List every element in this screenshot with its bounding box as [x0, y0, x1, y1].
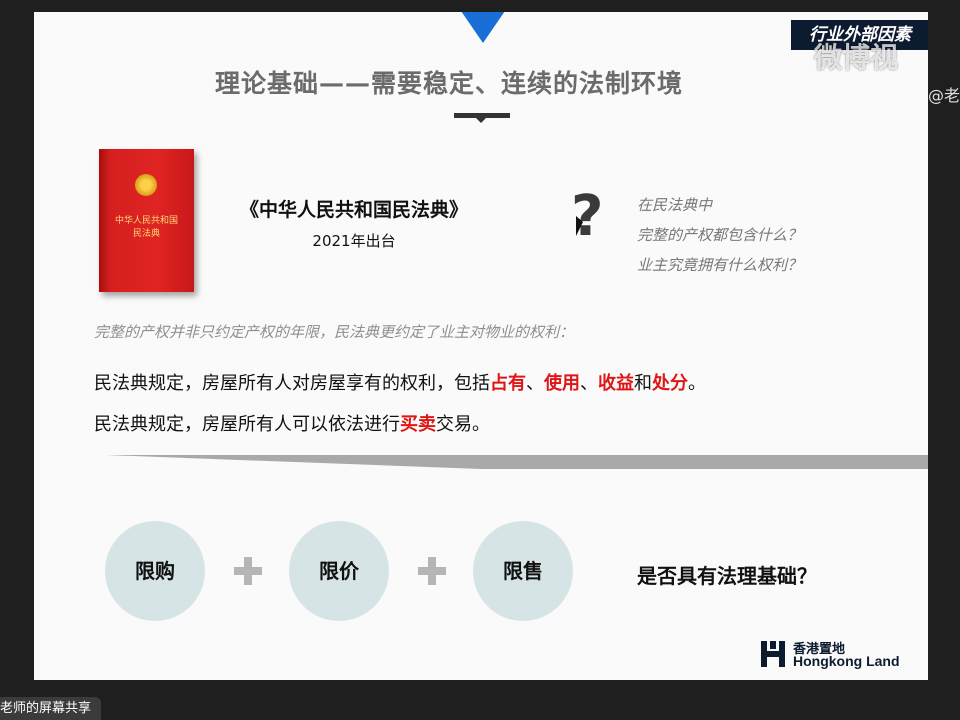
right-disposal: 处分	[652, 373, 688, 394]
separator: 、	[526, 373, 544, 394]
top-pointer-triangle	[461, 12, 505, 43]
trading-statement-prefix: 民法典规定，房屋所有人可以依法进行	[94, 414, 400, 435]
circle-sale-limit: 限售	[473, 521, 573, 621]
trading-statement: 民法典规定，房屋所有人可以依法进行买卖交易。	[94, 410, 490, 436]
screen-share-badge[interactable]: 老师的屏幕共享	[0, 697, 102, 720]
plus-icon	[418, 557, 446, 585]
funnel-divider	[106, 455, 928, 469]
hongkong-land-logo: 香港置地 Hongkong Land	[761, 638, 911, 670]
weibo-watermark: 微博视	[814, 41, 899, 74]
question-item: 业主究竟拥有什么权利？	[637, 256, 803, 274]
trading-statement-suffix: 交易。	[436, 414, 490, 435]
watermark-handle: @老	[928, 86, 960, 105]
rights-statement: 民法典规定，房屋所有人对房屋享有的权利，包括占有、使用、收益和处分。	[94, 369, 706, 395]
slide-title: 理论基础——需要稳定、连续的法制环境	[214, 69, 683, 98]
question-list: 在民法典中 完整的产权都包含什么？ 业主究竟拥有什么权利？	[637, 190, 877, 280]
plus-icon	[234, 557, 262, 585]
presentation-slide: 行业外部因素 理论基础——需要稳定、连续的法制环境 中华人民共和国 民法典 《中…	[34, 12, 928, 680]
law-year: 2021年出台	[312, 232, 396, 250]
statement-suffix: 。	[688, 373, 706, 394]
national-emblem-icon	[135, 174, 157, 196]
rights-statement-prefix: 民法典规定，房屋所有人对房屋享有的权利，包括	[94, 373, 490, 394]
circle-price-limit: 限价	[289, 521, 389, 621]
legal-basis-question: 是否具有法理基础？	[637, 564, 817, 588]
mouse-cursor-icon	[576, 216, 583, 236]
separator: 、	[580, 373, 598, 394]
book-cover-title: 中华人民共和国	[114, 216, 178, 226]
right-income: 收益	[598, 373, 634, 394]
right-use: 使用	[544, 373, 580, 394]
question-item: 在民法典中	[637, 196, 713, 214]
separator: 和	[634, 373, 652, 394]
logo-english-name: Hongkong Land	[793, 653, 900, 669]
circle-purchase-limit: 限购	[105, 521, 205, 621]
right-possession: 占有	[490, 373, 526, 394]
property-rights-note: 完整的产权并非只约定产权的年限，民法典更约定了业主对物业的权利：	[94, 323, 575, 341]
question-item: 完整的产权都包含什么？	[637, 226, 803, 244]
hongkong-land-mark-icon	[761, 641, 785, 667]
title-underline-pointer	[476, 118, 486, 123]
right-trade: 买卖	[400, 414, 436, 435]
law-title: 《中华人民共和国民法典》	[239, 199, 468, 221]
book-cover-subtitle: 民法典	[132, 229, 160, 239]
civil-code-book-image: 中华人民共和国 民法典	[99, 149, 194, 292]
